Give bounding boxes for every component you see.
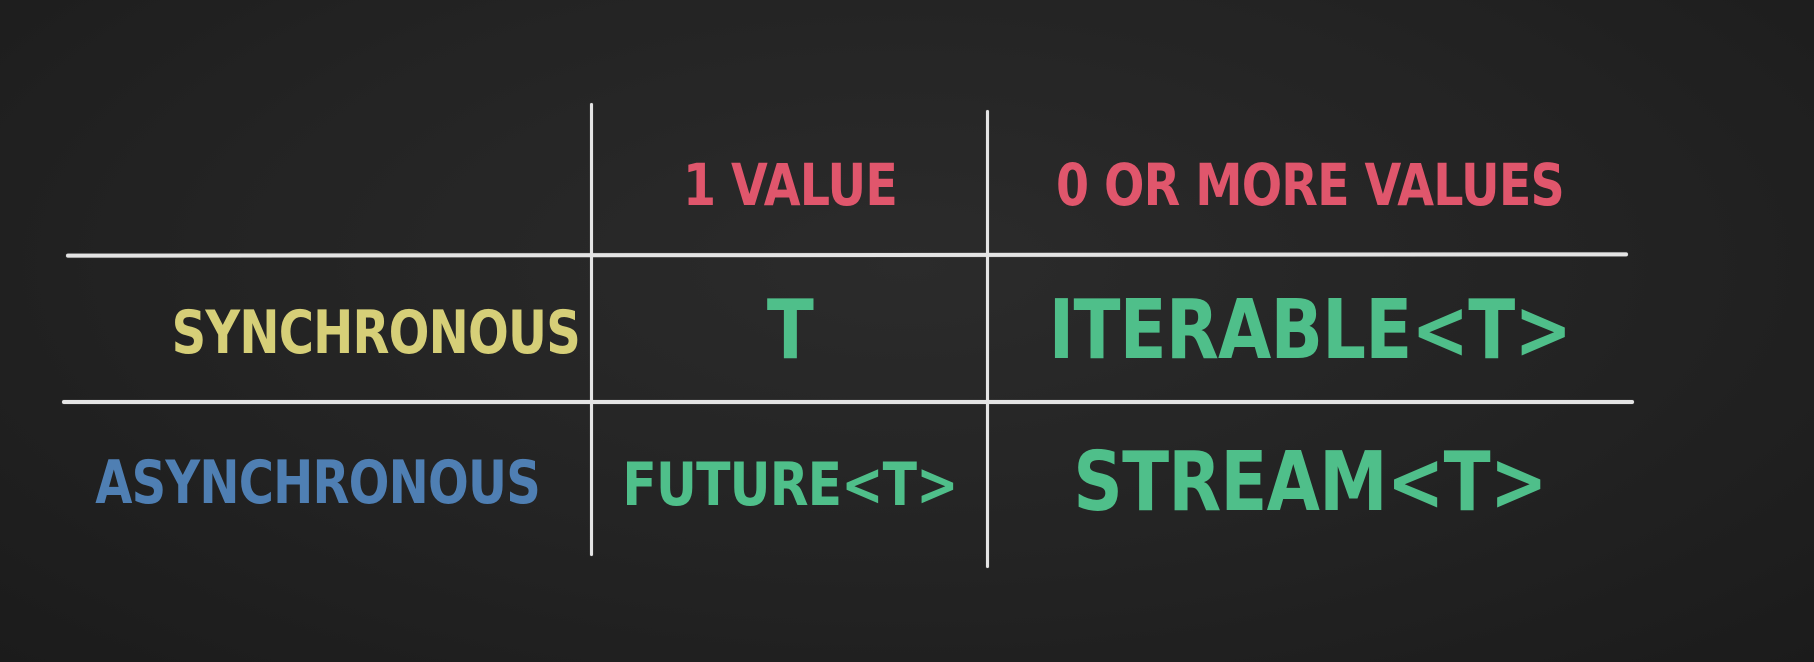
cell-async-one-value: FUTURE<T> — [622, 450, 958, 520]
row-label-synchronous: SYNCHRONOUS — [171, 297, 581, 368]
column-header-zero-or-more-values: 0 OR MORE VALUES — [1056, 151, 1565, 219]
row-label-asynchronous: ASYNCHRONOUS — [95, 447, 541, 518]
cell-async-many-values: STREAM<T> — [1073, 435, 1547, 530]
cell-sync-many-values: ITERABLE<T> — [1048, 282, 1572, 378]
header-divider-line — [65, 252, 1629, 258]
row-divider-line — [62, 400, 1634, 404]
column-header-one-value: 1 VALUE — [682, 151, 898, 219]
sync-async-comparison-table: 1 VALUE 0 OR MORE VALUES SYNCHRONOUS ASY… — [0, 0, 1814, 662]
cell-sync-one-value: T — [766, 282, 814, 378]
value-column-divider-line — [986, 110, 989, 568]
label-column-divider-line — [590, 103, 593, 556]
